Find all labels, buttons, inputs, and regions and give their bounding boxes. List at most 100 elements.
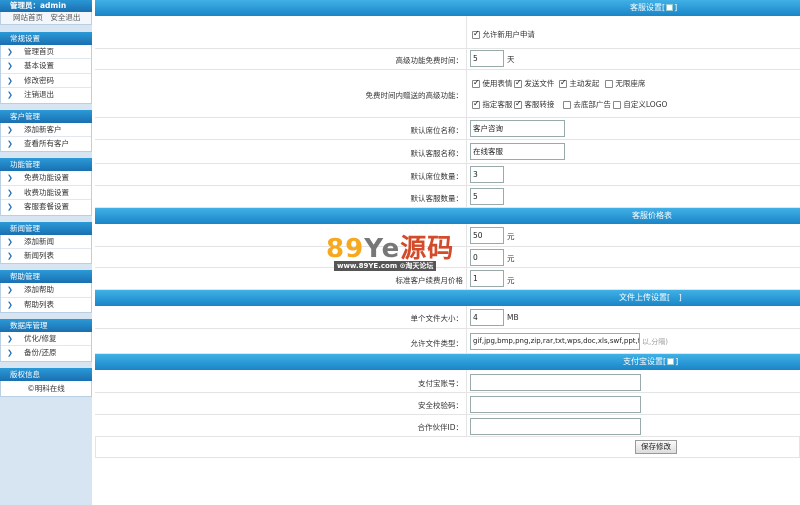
sidebar-item-add-help[interactable]: ❯ 添加帮助 — [1, 283, 91, 298]
row-price-1: 50 元 — [95, 224, 800, 247]
sidebar-item-all-customers[interactable]: ❯ 查看所有客户 — [1, 137, 91, 151]
row-seat-count: 默认席位数量： 3 — [95, 164, 800, 186]
allow-register-checkbox[interactable]: 允许新用户申请 — [472, 29, 535, 40]
row-seat-name: 默认席位名称： 客户咨询 — [95, 118, 800, 140]
sidebar-item-logout[interactable]: ❯ 注销退出 — [1, 88, 91, 102]
copyright-text: ©明科在线 — [0, 380, 92, 397]
sidebar-item-admin-home[interactable]: ❯ 管理首页 — [1, 45, 91, 60]
expand-icon[interactable] — [667, 358, 675, 365]
feature-emoticons-checkbox[interactable]: 使用表情 — [472, 78, 512, 89]
free-time-unit: 天 — [507, 55, 515, 64]
chevron-right-icon: ❯ — [7, 76, 13, 85]
row-gift-features: 免费时间内赠送的高级功能： 使用表情 发送文件 主动发起 无限座席 指定客服 客… — [95, 70, 800, 118]
checkbox-icon — [559, 78, 567, 88]
feature-send-file-checkbox[interactable]: 发送文件 — [514, 78, 554, 89]
row-save: 保存修改 — [95, 437, 800, 458]
chevron-right-icon: ❯ — [7, 125, 13, 134]
file-types-input[interactable]: gif,jpg,bmp,png,zip,rar,txt,wps,doc,xls,… — [470, 333, 640, 350]
group-title[interactable]: 功能管理 — [0, 158, 92, 172]
checkbox-icon — [472, 78, 480, 88]
file-size-input[interactable]: 4 — [470, 309, 504, 326]
feature-assign-service-checkbox[interactable]: 指定客服 — [472, 99, 512, 110]
seat-count-input[interactable]: 3 — [470, 166, 504, 183]
sidebar-item-change-password[interactable]: ❯ 修改密码 — [1, 74, 91, 89]
row-service-name: 默认客服名称： 在线客服 — [95, 140, 800, 164]
sidebar-item-paid-features[interactable]: ❯ 收费功能设置 — [1, 186, 91, 201]
section-header-price: 客服价格表 — [95, 208, 800, 224]
group-general: 常规设置 ❯ 管理首页 ❯ 基本设置 ❯ 修改密码 ❯ 注销退出 — [0, 32, 92, 104]
row-partner-id: 合作伙伴ID： — [95, 415, 800, 437]
service-name-input[interactable]: 在线客服 — [470, 143, 565, 160]
row-allow-register: 允许新用户申请 — [95, 16, 800, 49]
feature-unlimited-seats-checkbox[interactable]: 无限座席 — [605, 78, 645, 89]
sidebar-item-add-customer[interactable]: ❯ 添加新客户 — [1, 123, 91, 137]
group-title[interactable]: 新闻管理 — [0, 221, 92, 235]
security-code-input[interactable] — [470, 396, 641, 413]
chevron-right-icon: ❯ — [7, 349, 13, 358]
row-free-time: 高级功能免费时间： 5 天 — [95, 49, 800, 70]
chevron-right-icon: ❯ — [7, 62, 13, 71]
expand-icon[interactable] — [666, 4, 674, 11]
sidebar: 管理员：admin 网站首页 安全退出 常规设置 ❯ 管理首页 ❯ 基本设置 ❯ 修改… — [0, 0, 92, 505]
group-title[interactable]: 数据库管理 — [0, 319, 92, 333]
feature-remove-ad-checkbox[interactable]: 去底部广告 — [563, 99, 611, 110]
checkbox-icon — [563, 101, 571, 109]
chevron-right-icon: ❯ — [7, 335, 13, 344]
free-time-label: 高级功能免费时间： — [395, 56, 464, 65]
save-button[interactable]: 保存修改 — [635, 440, 677, 454]
gift-features-label: 免费时间内赠送的高级功能： — [365, 91, 464, 100]
group-title[interactable]: 常规设置 — [0, 32, 92, 45]
sidebar-item-add-news[interactable]: ❯ 添加新闻 — [1, 235, 91, 249]
checkbox-icon — [613, 101, 621, 109]
service-count-label: 默认客服数量： — [410, 194, 464, 203]
group-title[interactable]: 客户管理 — [0, 109, 92, 123]
section-header-alipay: 支付宝设置[] — [95, 354, 800, 370]
feature-initiate-checkbox[interactable]: 主动发起 — [559, 78, 599, 89]
price-3-label: 标准客户续费月价格 — [395, 276, 464, 285]
sidebar-item-free-features[interactable]: ❯ 免费功能设置 — [1, 171, 91, 186]
checkbox-icon — [605, 80, 613, 88]
seat-count-label: 默认席位数量： — [410, 172, 464, 181]
sidebar-item-service-packages[interactable]: ❯ 客服套餐设置 — [1, 200, 91, 214]
top-links: 网站首页 安全退出 — [0, 12, 92, 25]
admin-label: 管理员：admin — [0, 0, 92, 12]
group-title[interactable]: 版权信息 — [0, 367, 92, 381]
sidebar-item-help-list[interactable]: ❯ 帮助列表 — [1, 298, 91, 312]
alipay-account-label: 支付宝账号： — [418, 379, 463, 388]
price-3-unit: 元 — [507, 276, 515, 285]
row-price-3: 标准客户续费月价格 1 元 — [95, 268, 800, 290]
home-link[interactable]: 网站首页 — [13, 13, 43, 22]
sidebar-item-optimize[interactable]: ❯ 优化/修复 — [1, 332, 91, 347]
service-count-input[interactable]: 5 — [470, 188, 504, 205]
file-types-label: 允许文件类型： — [410, 339, 464, 348]
group-features: 功能管理 ❯ 免费功能设置 ❯ 收费功能设置 ❯ 客服套餐设置 — [0, 158, 92, 216]
partner-id-input[interactable] — [470, 418, 641, 435]
free-time-input[interactable]: 5 — [470, 50, 504, 67]
feature-custom-logo-checkbox[interactable]: 自定义LOGO — [613, 99, 667, 110]
logout-link[interactable]: 安全退出 — [50, 13, 80, 22]
chevron-right-icon: ❯ — [7, 48, 13, 56]
row-price-2: 0 元 — [95, 247, 800, 268]
security-code-label: 安全校验码： — [418, 401, 463, 410]
seat-name-input[interactable]: 客户咨询 — [470, 120, 565, 137]
file-types-hint: 以,分隔) — [642, 338, 668, 346]
row-service-count: 默认客服数量： 5 — [95, 186, 800, 208]
feature-transfer-checkbox[interactable]: 客服转接 — [514, 99, 554, 110]
price-2-input[interactable]: 0 — [470, 249, 504, 266]
alipay-account-input[interactable] — [470, 374, 641, 391]
price-1-input[interactable]: 50 — [470, 227, 504, 244]
group-news: 新闻管理 ❯ 添加新闻 ❯ 新闻列表 — [0, 221, 92, 265]
row-security-code: 安全校验码： — [95, 393, 800, 415]
group-help: 帮助管理 ❯ 添加帮助 ❯ 帮助列表 — [0, 270, 92, 314]
partner-id-label: 合作伙伴ID： — [417, 423, 464, 432]
sidebar-item-backup[interactable]: ❯ 备份/还原 — [1, 346, 91, 360]
group-title[interactable]: 帮助管理 — [0, 270, 92, 284]
group-customers: 客户管理 ❯ 添加新客户 ❯ 查看所有客户 — [0, 109, 92, 153]
file-size-unit: MB — [507, 313, 519, 322]
sidebar-item-basic-settings[interactable]: ❯ 基本设置 — [1, 59, 91, 74]
price-1-unit: 元 — [507, 232, 515, 241]
expand-icon[interactable] — [674, 294, 678, 301]
sidebar-item-news-list[interactable]: ❯ 新闻列表 — [1, 249, 91, 263]
price-3-input[interactable]: 1 — [470, 270, 504, 287]
chevron-right-icon: ❯ — [7, 203, 13, 212]
